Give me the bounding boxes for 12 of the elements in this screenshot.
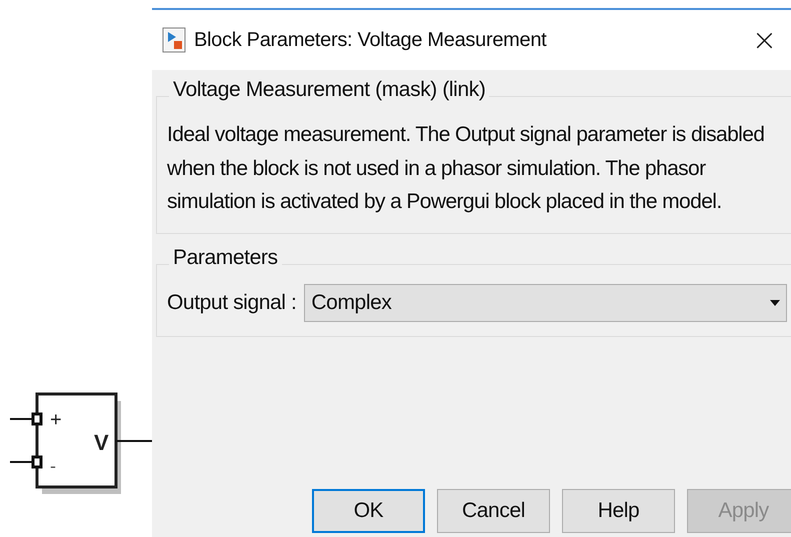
dialog-button[interactable]: OK xyxy=(312,489,425,533)
dialog-button[interactable]: Cancel xyxy=(437,489,550,533)
description-text: Ideal voltage measurement. The Output signal parameter is disabled when the block is not used in a phasor simulation. The phasor simulation is activated by a Powergui block placed in the model. xyxy=(167,122,765,215)
voltage-measurement-block-drawing: + - V xyxy=(10,392,152,496)
close-button[interactable]: × xyxy=(746,22,783,58)
window-title: Block Parameters: Voltage Measurement xyxy=(194,28,548,52)
field-label: Output signal : xyxy=(167,290,296,314)
dialog-button[interactable]: Help xyxy=(562,489,675,533)
group-title: Voltage Measurement (mask) (link) xyxy=(169,78,490,102)
block-parameters-icon xyxy=(162,27,186,53)
caret-icon xyxy=(770,300,780,306)
output-signal-dropdown[interactable]: Complex xyxy=(304,284,787,322)
